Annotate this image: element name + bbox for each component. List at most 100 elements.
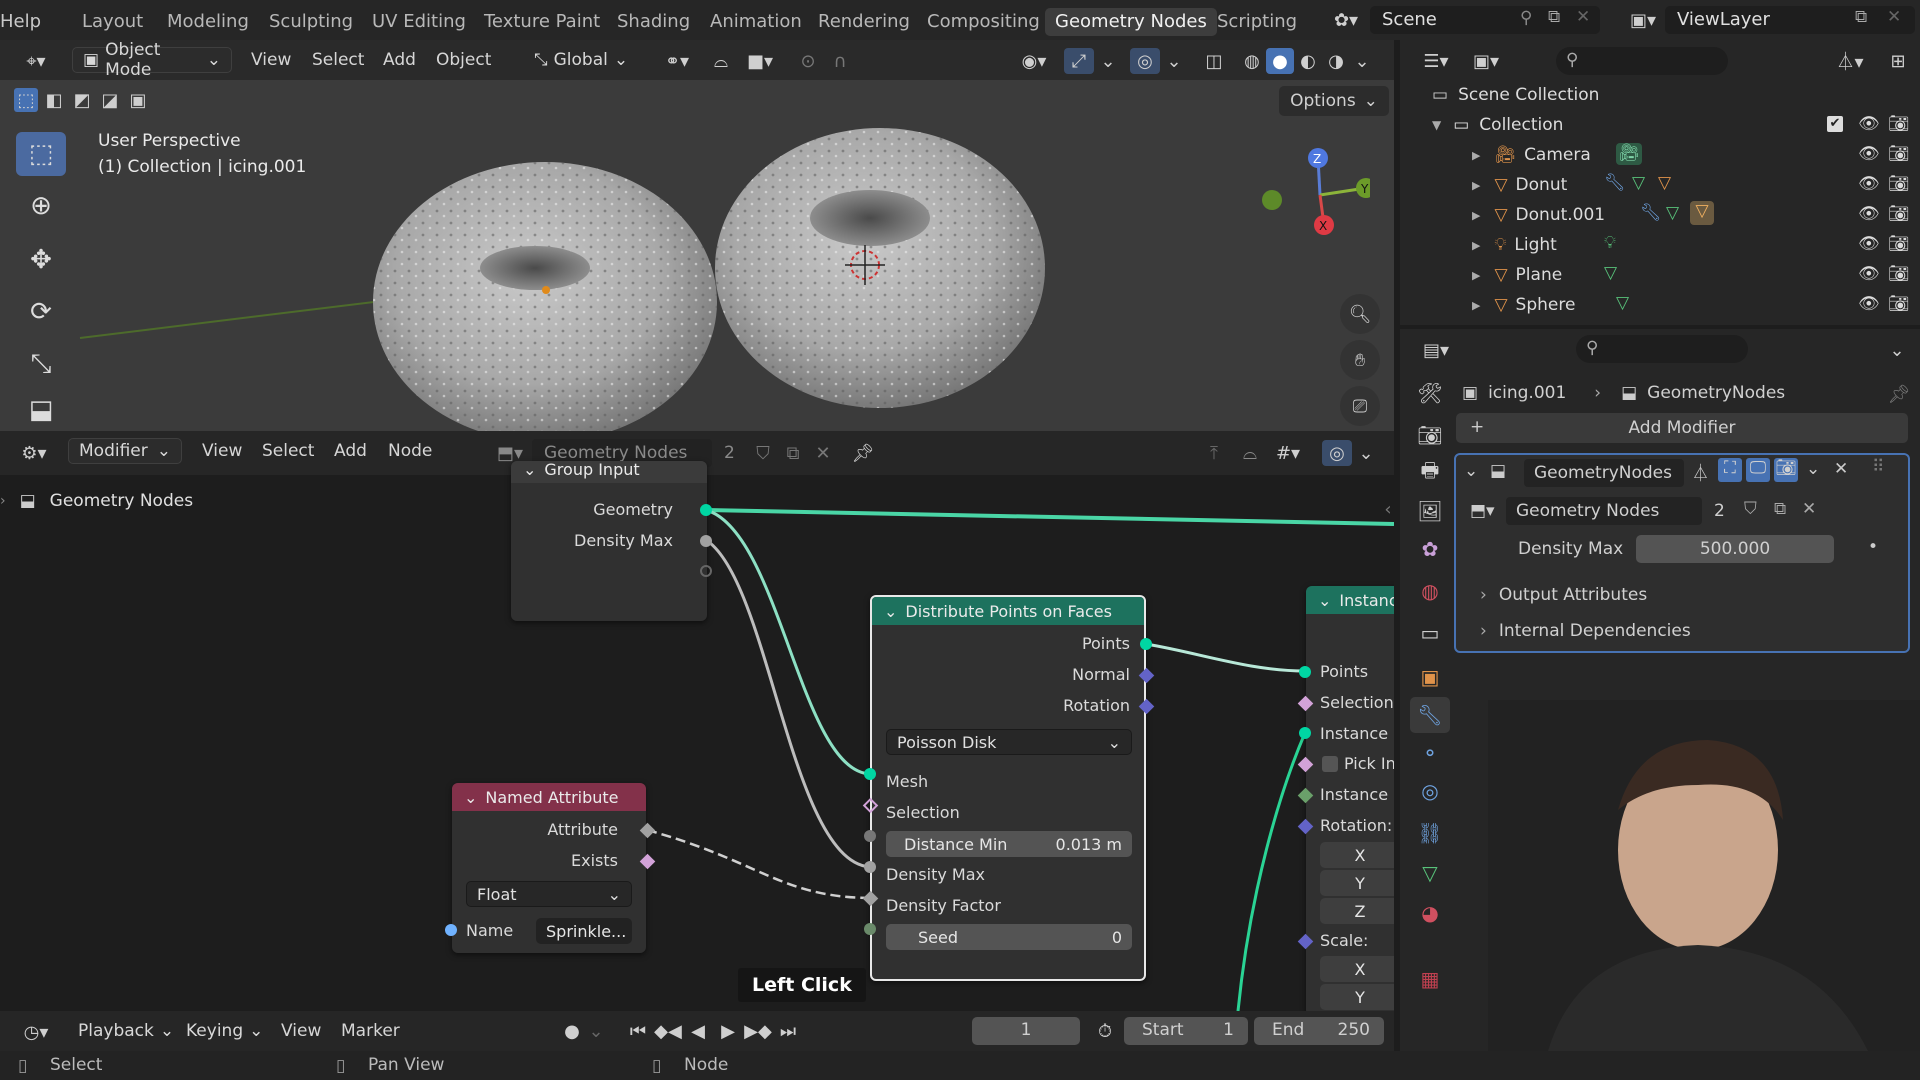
properties-search-input[interactable]: ⚲ (1576, 335, 1748, 363)
camera-icon[interactable]: 📷︎ (1888, 264, 1910, 284)
outliner-item-light[interactable]: ▶ 💡︎ Light 💡︎ 👁︎ 📷︎ (1400, 230, 1920, 260)
snap-target-icon[interactable]: ■▾ (738, 48, 782, 74)
new-scene-icon[interactable]: ⧉ (1548, 7, 1560, 27)
camera-icon[interactable]: 📷︎ (1888, 144, 1910, 164)
tab-layout[interactable]: Layout (72, 8, 153, 36)
menu-view[interactable]: View (202, 441, 242, 461)
camera-icon[interactable]: 📷︎ (1888, 234, 1910, 254)
node-header[interactable]: ⌄ Group Input (511, 461, 707, 483)
node-group-users[interactable]: 2 (1714, 501, 1725, 521)
chevron-right-icon[interactable]: ▶ (1472, 239, 1480, 252)
overlays-icon[interactable]: ◎ (1322, 440, 1352, 466)
internal-dependencies-panel[interactable]: › Internal Dependencies (1480, 621, 1691, 641)
menu-add[interactable]: Add (334, 441, 367, 461)
fake-user-icon[interactable]: ⛉ (750, 440, 776, 466)
chevron-down-icon[interactable]: ▼ (1432, 118, 1441, 132)
rotation-y-field[interactable]: Y (1320, 870, 1394, 896)
tab-shading[interactable]: Shading (607, 8, 700, 36)
gizmo-icon[interactable]: ⤢ (1064, 48, 1094, 74)
new-collection-icon[interactable]: ⊞ (1884, 48, 1912, 74)
distance-min-input-socket[interactable] (864, 830, 876, 842)
eye-icon[interactable]: 👁︎ (1858, 204, 1880, 224)
eye-icon[interactable]: 👁︎ (1858, 294, 1880, 314)
prev-keyframe-icon[interactable]: ◆◀ (654, 1019, 682, 1043)
pin-icon[interactable]: ⚲ (1520, 8, 1532, 28)
mesh-data-icon[interactable]: ▽ (1616, 293, 1629, 313)
select-extend-icon[interactable]: ◧ (42, 88, 66, 112)
collection-row[interactable]: ▼ ▭ Collection ✔ 👁︎ 📷︎ (1400, 110, 1920, 140)
tab-animation[interactable]: Animation (700, 8, 812, 36)
distance-min-field[interactable]: Distance Min 0.013 m (886, 831, 1132, 857)
render-tab-icon[interactable]: 📷︎ (1410, 417, 1450, 453)
mode-dropdown[interactable]: ▣ Object Mode ⌄ (72, 40, 232, 80)
solid-shading-icon[interactable]: ● (1266, 48, 1294, 74)
parent-node-tree-icon[interactable]: ⤒ (1200, 440, 1228, 466)
mesh-data-icon[interactable]: ▽ (1632, 173, 1645, 193)
rendered-shading-icon[interactable]: ◑ (1322, 48, 1350, 74)
tool-tab-icon[interactable]: 🛠︎ (1410, 375, 1450, 411)
output-attributes-panel[interactable]: › Output Attributes (1480, 585, 1647, 605)
view-layer-icon[interactable]: ▣▾ (1625, 8, 1661, 32)
xray-icon[interactable]: ◫ (1200, 48, 1228, 74)
chevron-right-icon[interactable]: ▶ (1472, 179, 1480, 192)
material-tab-icon[interactable]: ◕ (1410, 895, 1450, 931)
tab-modeling[interactable]: Modeling (157, 8, 259, 36)
menu-select[interactable]: Select (312, 50, 364, 70)
points-output-socket[interactable] (1140, 638, 1152, 650)
material-icon[interactable]: ▽ (1690, 201, 1714, 225)
close-icon[interactable]: ✕ (1576, 7, 1590, 27)
unlink-icon[interactable]: ✕ (1802, 499, 1816, 519)
modifier-wrench-icon[interactable]: 🔧︎ (1640, 203, 1662, 223)
camera-icon[interactable]: 📷︎ (1888, 294, 1910, 314)
scale-x-field[interactable]: X (1320, 956, 1394, 982)
chevron-right-icon[interactable]: › (0, 493, 6, 509)
chevron-down-icon[interactable]: ⌄ (464, 788, 477, 807)
node-editor[interactable]: ⚙▾ Modifier ⌄ View Select Add Node ⬒▾ Ge… (0, 431, 1394, 1011)
view-layer-tab-icon[interactable]: 🖼︎ (1410, 493, 1450, 529)
density-max-output-socket[interactable] (700, 535, 712, 547)
chevron-down-icon[interactable]: ⌄ (1318, 591, 1331, 610)
rotate-tool-icon[interactable]: ⟳ (16, 290, 66, 334)
add-modifier-button[interactable]: + Add Modifier (1456, 413, 1908, 443)
keying-menu[interactable]: Keying ⌄ (176, 1018, 266, 1044)
pan-hand-icon[interactable]: ✋︎ (1340, 340, 1380, 380)
select-subtract-icon[interactable]: ◩ (70, 88, 94, 112)
help-menu[interactable]: Help (0, 11, 41, 32)
visibility-icon[interactable]: ◉▾ (1012, 48, 1056, 74)
camera-icon[interactable]: 📷︎ (1888, 174, 1910, 194)
proportional-edit-icon[interactable]: ⊙ (794, 48, 822, 74)
outliner-search-input[interactable]: ⚲ (1556, 47, 1728, 75)
eye-icon[interactable]: 👁︎ (1858, 174, 1880, 194)
select-intersect-icon[interactable]: ▣ (126, 88, 150, 112)
scene-tab-icon[interactable]: ✿ (1410, 531, 1450, 567)
editor-type-icon[interactable]: ⌖▾ (16, 48, 56, 74)
modifier-wrench-icon[interactable]: 🔧︎ (1604, 173, 1626, 193)
chevron-right-icon[interactable]: ▶ (1472, 149, 1480, 162)
menu-node[interactable]: Node (388, 441, 432, 461)
scene-collection-row[interactable]: ▭ Scene Collection (1400, 80, 1920, 110)
chevron-down-icon[interactable]: ⌄ (1464, 461, 1478, 481)
chevron-down-icon[interactable]: ⌄ (1352, 48, 1372, 74)
viewport-display-icon[interactable]: 🖵︎ (1746, 458, 1770, 482)
filter-icon[interactable]: ⏃▾ (1830, 48, 1870, 74)
menu-view[interactable]: View (251, 50, 291, 70)
menu-marker[interactable]: Marker (341, 1021, 400, 1041)
instance-on-points-node[interactable]: ⌄ Instanc Points Selection Instance Pick… (1306, 586, 1394, 1011)
transform-tool-icon[interactable]: ⬓ (16, 392, 66, 428)
density-max-field[interactable]: 500.000 (1636, 535, 1834, 563)
editor-type-icon[interactable]: ⚙▾ (14, 440, 54, 466)
viewport-scene[interactable] (0, 40, 1394, 431)
edit-mode-icon[interactable]: ⏃ (1692, 459, 1709, 484)
eye-icon[interactable]: 👁︎ (1858, 114, 1880, 134)
node-tree-icon[interactable]: ⬒▾ (1470, 501, 1495, 521)
tab-geometry-nodes[interactable]: Geometry Nodes (1045, 8, 1217, 36)
chevron-down-icon[interactable]: ⌄ (588, 1019, 604, 1043)
texture-tab-icon[interactable]: ▦ (1410, 961, 1450, 997)
tab-compositing[interactable]: Compositing (917, 8, 1050, 36)
editor-type-icon[interactable]: ◷▾ (16, 1019, 56, 1045)
chevron-down-icon[interactable]: ⌄ (1164, 48, 1184, 74)
modifier-tab-icon[interactable]: 🔧︎ (1410, 697, 1450, 733)
play-icon[interactable]: ▶ (716, 1019, 740, 1043)
display-mode-icon[interactable]: ▣▾ (1466, 48, 1506, 74)
points-input-socket[interactable] (1299, 666, 1311, 678)
